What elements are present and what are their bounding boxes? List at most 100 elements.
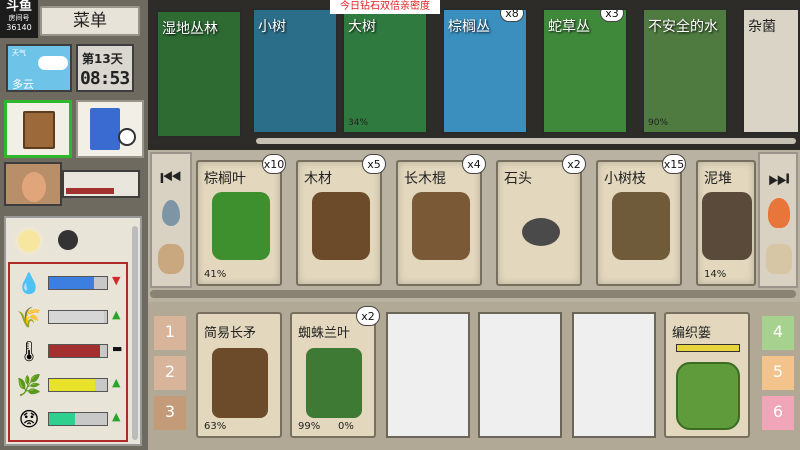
inventory-scrollbar[interactable] xyxy=(150,290,796,298)
location-card[interactable]: 蛇草丛 x3 xyxy=(542,8,628,134)
time-display: 08:53 xyxy=(80,68,130,89)
crafted-item-durability: 63% xyxy=(204,421,227,432)
item-image xyxy=(522,218,560,246)
location-card[interactable]: 杂菌 xyxy=(742,8,800,134)
water-drop-icon: 💧 xyxy=(16,271,42,295)
craft-tab-right[interactable]: 4 xyxy=(762,316,794,350)
blueprints-button[interactable] xyxy=(76,100,144,158)
item-count-badge: x10 xyxy=(262,154,286,174)
journal-button[interactable] xyxy=(4,100,72,158)
item-count-badge: x15 xyxy=(662,154,686,174)
location-name: 小树 xyxy=(258,19,286,35)
stats-box: 💧 ▼ 🌾 ▲ 🌡 ▬ 🌿 ▲ 😟 ▲ xyxy=(8,262,128,442)
journal-icon xyxy=(23,111,55,149)
watermark-room-label: 房间号 xyxy=(8,14,30,22)
weaving-basket-station[interactable]: 编织篓 xyxy=(664,312,750,438)
empty-slot[interactable] xyxy=(478,312,562,438)
craft-tab-left[interactable]: 3 xyxy=(154,396,186,430)
crafted-item-name: 简易长矛 xyxy=(204,326,257,341)
location-progress: 34% xyxy=(348,118,369,128)
stat-bar-fill xyxy=(49,413,76,425)
fire-icon xyxy=(768,198,790,228)
inventory-card[interactable]: 泥堆 14% xyxy=(696,160,756,286)
locations-scrollbar[interactable] xyxy=(256,138,796,144)
item-durability: 41% xyxy=(204,269,227,280)
stat-trend-indicator: ▲ xyxy=(112,308,121,321)
station-progress-bar xyxy=(676,344,740,352)
menu-button[interactable]: 菜单 xyxy=(40,6,140,36)
weather-condition: 多云 xyxy=(12,78,34,91)
inventory-card[interactable]: 棕榈叶 x10 41% xyxy=(196,154,286,286)
alarm-clock-icon xyxy=(118,128,136,146)
scroll-right-icon[interactable]: ⏭ xyxy=(768,164,790,192)
location-name: 蛇草丛 xyxy=(548,19,590,35)
crafted-item-count-badge: x2 xyxy=(356,306,380,326)
stat-trend-indicator: ▲ xyxy=(112,376,121,389)
item-image xyxy=(312,192,370,260)
promo-banner: 今日钻石双倍亲密度 xyxy=(330,0,440,14)
clock-panel[interactable]: 第13天 08:53 xyxy=(76,44,134,92)
craft-tab-right[interactable]: 5 xyxy=(762,356,794,390)
stat-trend-indicator: ▲ xyxy=(112,410,121,423)
empty-slot[interactable] xyxy=(572,312,656,438)
status-scrollbar[interactable] xyxy=(132,226,138,440)
inventory-right-controls: ⏭ xyxy=(758,152,798,288)
empty-slot[interactable] xyxy=(386,312,470,438)
crafted-item-secondary: 0% xyxy=(338,421,354,432)
item-count-badge: x2 xyxy=(562,154,586,174)
inventory-card[interactable]: 石头 x2 xyxy=(496,154,586,286)
location-name: 不安全的水 xyxy=(648,19,718,35)
stat-bar-fill xyxy=(49,379,96,391)
item-image xyxy=(212,192,270,260)
location-card[interactable]: 大树 34% xyxy=(342,8,428,134)
item-count-badge: x5 xyxy=(362,154,386,174)
location-name: 杂菌 xyxy=(748,19,776,35)
crafted-item-durability: 99% xyxy=(298,421,321,432)
craft-tab-left[interactable]: 1 xyxy=(154,316,186,350)
inventory-card[interactable]: 长木棍 x4 xyxy=(396,154,486,286)
location-card[interactable]: 小树 xyxy=(252,8,338,134)
stat-bar xyxy=(48,344,108,358)
thermometer-icon: 🌡 xyxy=(16,339,42,363)
book-icon xyxy=(90,108,120,150)
stat-bar-fill xyxy=(49,311,105,323)
location-card[interactable]: 棕榈丛 x8 xyxy=(442,8,528,134)
location-count-badge: x3 xyxy=(600,10,624,22)
sad-face-icon: 😟 xyxy=(18,407,40,431)
sun-icon xyxy=(18,230,40,252)
location-progress: 90% xyxy=(648,118,669,128)
plant-icon: 🌿 xyxy=(16,373,42,397)
health-fill xyxy=(66,188,114,194)
item-name: 石头 xyxy=(504,171,532,187)
stat-bar xyxy=(48,378,108,392)
item-image xyxy=(702,192,752,260)
crafted-item-card[interactable]: 简易长矛 63% xyxy=(196,312,282,438)
location-name: 棕榈丛 xyxy=(448,19,490,35)
stat-row: 🌡 ▬ xyxy=(10,336,126,366)
water-drop-icon xyxy=(162,200,180,226)
avatar-face xyxy=(22,172,46,202)
stat-bar-fill xyxy=(49,345,101,357)
item-image xyxy=(412,192,470,260)
location-name: 湿地丛林 xyxy=(162,21,218,37)
stat-bar-fill xyxy=(49,277,95,289)
location-count-badge: x8 xyxy=(500,10,524,22)
crafted-item-image xyxy=(212,348,268,418)
location-card[interactable]: 不安全的水 90% xyxy=(642,8,728,134)
stat-bar xyxy=(48,310,108,324)
inventory-card[interactable]: 木材 x5 xyxy=(296,154,386,286)
wheat-icon: 🌾 xyxy=(16,305,42,329)
craft-tab-right[interactable]: 6 xyxy=(762,396,794,430)
scroll-left-icon[interactable]: ⏮ xyxy=(160,164,182,192)
item-name: 长木棍 xyxy=(404,171,446,187)
weather-panel[interactable]: 天气 多云 xyxy=(6,44,72,92)
inventory-card[interactable]: 小树枝 x15 xyxy=(596,154,686,286)
meat-icon xyxy=(158,244,184,274)
crafted-item-name: 蜘蛛兰叶 xyxy=(298,326,351,341)
watermark-brand: 斗鱼 xyxy=(5,0,32,14)
location-card[interactable]: 湿地丛林 xyxy=(156,10,242,138)
crafted-item-card[interactable]: 蜘蛛兰叶 x2 99% 0% xyxy=(290,306,380,438)
item-durability: 14% xyxy=(704,269,727,280)
craft-tab-left[interactable]: 2 xyxy=(154,356,186,390)
stat-row: 🌾 ▲ xyxy=(10,302,126,332)
